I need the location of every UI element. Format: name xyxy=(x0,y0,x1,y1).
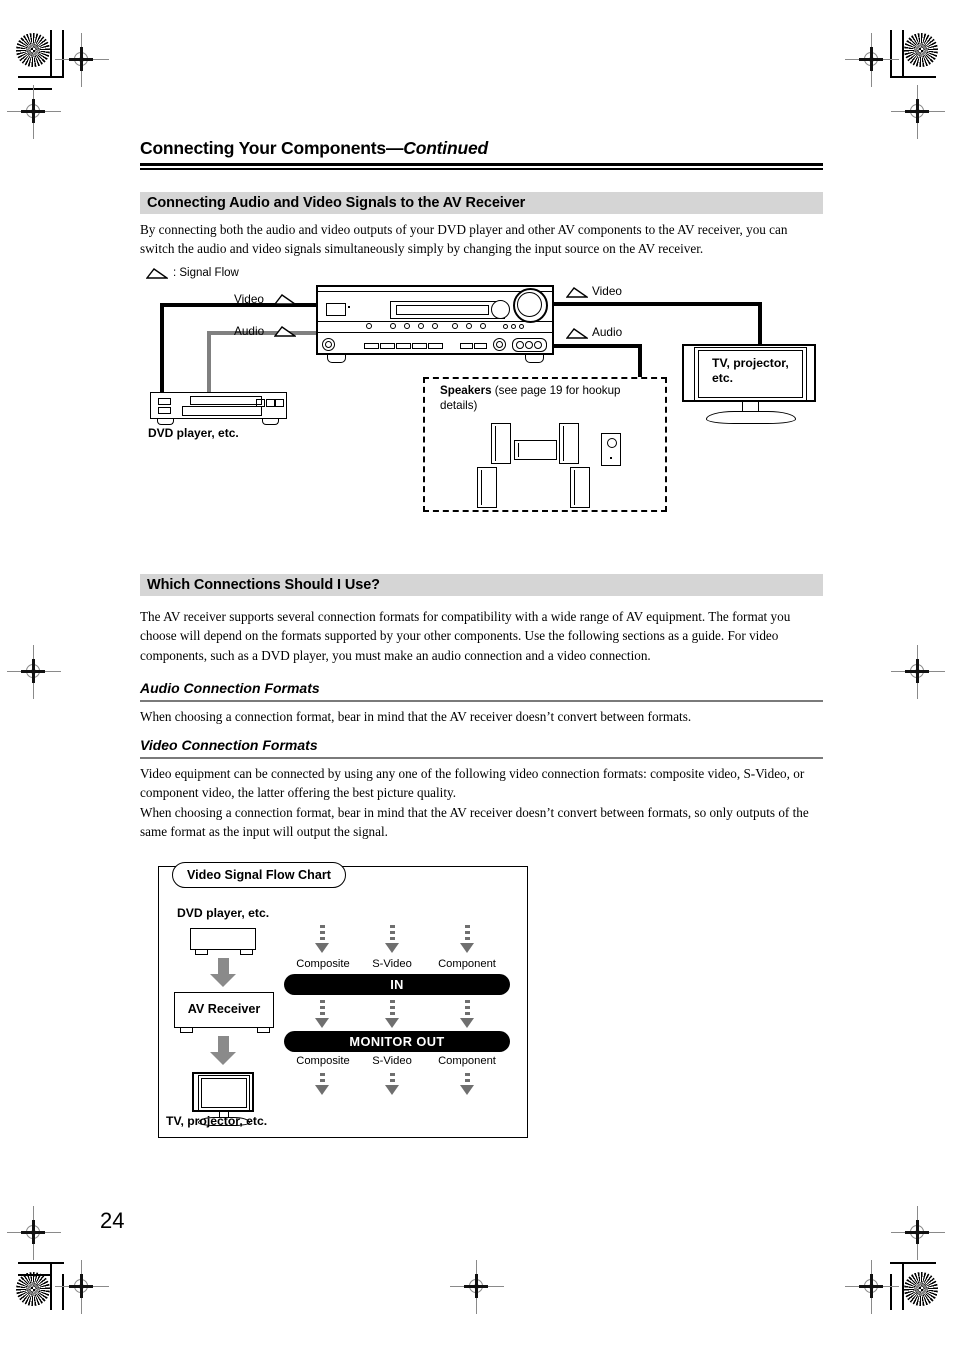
subheading-audio-formats: Audio Connection Formats xyxy=(140,680,320,696)
flowchart-format-in-0: Composite xyxy=(296,958,350,970)
speaker-front-left xyxy=(491,423,511,464)
audio-formats-paragraph: When choosing a connection format, bear … xyxy=(140,709,692,724)
flowchart-format-in-1: S-Video xyxy=(372,958,412,970)
speaker-surround-left xyxy=(477,467,497,508)
dvd-player-label: DVD player, etc. xyxy=(148,426,239,440)
tv-label-line2: etc. xyxy=(712,371,734,385)
signal-flow-icon-audio-right xyxy=(566,328,588,339)
flowchart-receiver-label: AV Receiver xyxy=(187,1002,261,1016)
flowchart-source-label: DVD player, etc. xyxy=(177,906,270,920)
signal-flow-icon-video-right xyxy=(566,287,588,298)
video-label-right: Video xyxy=(592,284,622,298)
signal-flow-icon xyxy=(146,268,168,279)
registration-mark xyxy=(7,85,61,139)
audio-cable-h-right xyxy=(552,344,642,348)
video-formats-paragraph-1: Video equipment can be connected by usin… xyxy=(140,766,805,801)
flowchart-in-pill: IN xyxy=(284,974,510,995)
registration-mark xyxy=(55,1260,109,1314)
registration-mark xyxy=(891,85,945,139)
color-patch-bottom-left xyxy=(16,1272,50,1306)
section1-paragraph: By connecting both the audio and video o… xyxy=(140,222,788,257)
flowchart-monitor-out-pill: MONITOR OUT xyxy=(284,1031,510,1052)
page-title-main: Connecting Your Components xyxy=(140,138,386,158)
flowchart-format-out-2: Component xyxy=(438,1055,496,1067)
flowchart-dotted-arrow-out-svideo xyxy=(385,1073,399,1095)
color-patch-bottom-right xyxy=(904,1272,938,1306)
registration-mark-left xyxy=(7,645,61,699)
flowchart-dotted-arrow-mid-svideo xyxy=(385,1000,399,1028)
section-heading-connecting-av: Connecting Audio and Video Signals to th… xyxy=(140,192,823,214)
audio-label-left: Audio xyxy=(234,324,265,338)
video-cable-v-left xyxy=(160,303,164,403)
color-patch-top-right xyxy=(904,33,938,67)
flowchart-arrow-receiver-to-sink xyxy=(210,1036,236,1065)
flowchart-dotted-arrow-mid-composite xyxy=(315,1000,329,1028)
registration-mark-bottom-center xyxy=(450,1260,504,1314)
section-heading-which-connections: Which Connections Should I Use? xyxy=(140,574,823,596)
signal-flow-icon-audio-left xyxy=(274,326,296,337)
subwoofer xyxy=(601,433,621,466)
page-number: 24 xyxy=(100,1208,125,1233)
video-label-left: Video xyxy=(234,292,264,306)
flowchart-dotted-arrow-out-composite xyxy=(315,1073,329,1095)
speaker-center xyxy=(514,440,557,460)
audio-cable-h-left xyxy=(207,331,322,335)
audio-label-right: Audio xyxy=(592,325,623,339)
flowchart-arrow-source-to-receiver xyxy=(210,958,236,987)
flowchart-dotted-arrow-in-svideo xyxy=(385,925,399,953)
flowchart-format-out-1: S-Video xyxy=(372,1055,412,1067)
speakers-caption-bold: Speakers xyxy=(440,384,492,397)
flowchart-dotted-arrow-in-component xyxy=(460,925,474,953)
color-patch-top-left xyxy=(16,33,50,67)
flowchart-dotted-arrow-in-composite xyxy=(315,925,329,953)
registration-mark xyxy=(845,1260,899,1314)
registration-mark xyxy=(7,1206,61,1260)
flowchart-sink-label: TV, projector, etc. xyxy=(166,1114,268,1128)
manual-page: Connecting Your Components—Continued Con… xyxy=(0,0,954,1351)
page-title-continued: Continued xyxy=(403,138,488,158)
subheading-video-formats: Video Connection Formats xyxy=(140,737,318,753)
speaker-front-right xyxy=(559,423,579,464)
flow-chart-title-tag: Video Signal Flow Chart xyxy=(172,862,346,888)
flowchart-dotted-arrow-out-component xyxy=(460,1073,474,1095)
video-cable-v-right xyxy=(758,302,762,347)
title-rule-thin xyxy=(140,168,823,170)
page-title: Connecting Your Components—Continued xyxy=(140,138,823,159)
registration-mark-right xyxy=(891,645,945,699)
signal-flow-legend-label: : Signal Flow xyxy=(173,267,239,279)
subheading-video-rule xyxy=(140,757,823,759)
flowchart-dotted-arrow-mid-component xyxy=(460,1000,474,1028)
registration-mark xyxy=(845,33,899,87)
signal-flow-icon-video-left xyxy=(274,294,296,305)
video-cable-h-right xyxy=(552,302,762,306)
tv-label: TV, projector, etc. xyxy=(712,356,808,386)
tv-label-line1: TV, projector, xyxy=(712,356,789,370)
title-rule-thick xyxy=(140,163,823,166)
section2-paragraph: The AV receiver supports several connect… xyxy=(140,609,791,663)
page-title-dash: — xyxy=(385,138,404,158)
subheading-audio-rule xyxy=(140,700,823,702)
flowchart-format-in-2: Component xyxy=(438,958,496,970)
video-formats-paragraph-2: When choosing a connection format, bear … xyxy=(140,805,809,840)
flowchart-format-out-0: Composite xyxy=(296,1055,350,1067)
speakers-caption: Speakers (see page 19 for hookup details… xyxy=(440,384,652,413)
speaker-surround-right xyxy=(570,467,590,508)
registration-mark xyxy=(55,33,109,87)
registration-mark xyxy=(891,1206,945,1260)
